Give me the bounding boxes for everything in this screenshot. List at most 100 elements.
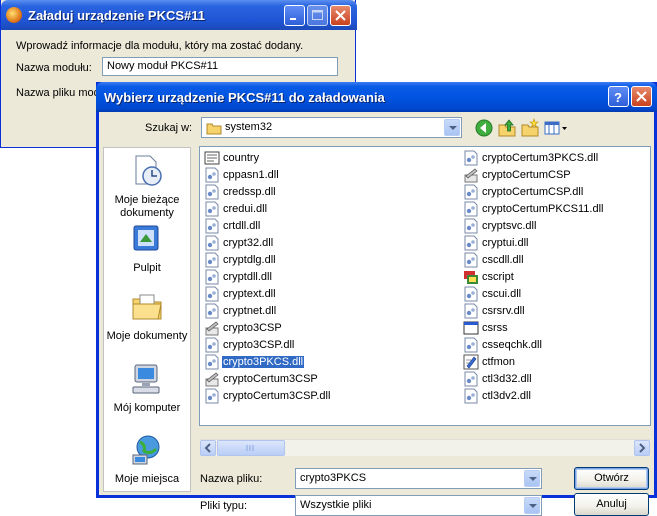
file-name: cryptoCertum3PKCS.dll xyxy=(482,152,599,164)
file-name: cscript xyxy=(482,271,514,283)
open-button[interactable]: Otwórz xyxy=(574,467,649,490)
look-in-dropdown-arrow[interactable] xyxy=(444,119,460,136)
dll-icon xyxy=(205,235,219,251)
file-name-value: crypto3PKCS xyxy=(300,472,367,484)
place-label: Moje dokumenty xyxy=(106,330,188,342)
my-computer-icon xyxy=(132,364,160,394)
place-network[interactable]: Moje miejsca xyxy=(104,433,190,486)
close-button[interactable] xyxy=(330,5,351,26)
new-folder-icon[interactable] xyxy=(520,118,540,138)
file-name: crypto3CSP.dll xyxy=(223,339,295,351)
file-name: cryptoCertum3CSP.dll xyxy=(223,390,331,402)
dll-icon xyxy=(205,269,219,285)
file-name: cryptoCertum3CSP xyxy=(223,373,318,385)
file-list[interactable]: country cppasn1.dll credssp.dll credui.dll c… xyxy=(199,146,651,426)
up-folder-icon[interactable] xyxy=(497,118,517,138)
file-name-combo[interactable]: crypto3PKCS xyxy=(295,468,542,489)
file-name: credssp.dll xyxy=(223,186,276,198)
info-text: Wprowadź informacje dla modułu, który ma… xyxy=(16,40,304,52)
module-name-label: Nazwa modułu: xyxy=(16,62,92,74)
module-file-label: Nazwa pliku modułu: xyxy=(16,87,98,99)
file-name: ctfmon xyxy=(482,356,516,368)
file-name: country xyxy=(223,152,260,164)
dll-icon xyxy=(205,337,219,353)
view-menu-icon[interactable] xyxy=(543,118,569,138)
dll-icon xyxy=(205,252,219,268)
file-name: cryptdll.dll xyxy=(223,271,272,283)
place-recent-documents[interactable]: Moje bieżące dokumenty xyxy=(104,154,190,220)
place-desktop[interactable]: Pulpit xyxy=(104,222,190,275)
minimize-button[interactable] xyxy=(284,5,305,26)
file-name: cryptext.dll xyxy=(223,288,276,300)
folder-icon xyxy=(206,123,222,135)
file-name: ctl3dv2.dll xyxy=(482,390,531,402)
place-my-computer[interactable]: Mój komputer xyxy=(104,362,190,415)
dll-icon xyxy=(205,286,219,302)
dll-icon xyxy=(464,201,478,217)
dll-icon xyxy=(205,303,219,319)
look-in-label: Szukaj w: xyxy=(145,122,193,134)
file-type-dropdown-arrow[interactable] xyxy=(524,497,540,514)
script-icon xyxy=(464,271,478,284)
dll-icon xyxy=(205,167,219,183)
dialog-client: Szukaj w: system32 Moje bieżące dokument… xyxy=(99,112,654,516)
horizontal-scrollbar[interactable] xyxy=(200,439,650,456)
maximize-button xyxy=(307,5,328,26)
scroll-right-button[interactable] xyxy=(634,440,650,456)
help-button[interactable]: ? xyxy=(608,86,629,107)
dll-icon xyxy=(464,337,478,353)
tool-icon xyxy=(205,372,219,387)
tool-icon xyxy=(464,168,478,183)
back-window-title: Załaduj urządzenie PKCS#11 xyxy=(28,8,206,23)
dialog-title-bar[interactable]: Wybierz urządzenie PKCS#11 do załadowani… xyxy=(96,82,657,112)
file-name-dropdown-arrow[interactable] xyxy=(524,470,540,487)
file-name: csrsrv.dll xyxy=(482,305,525,317)
module-name-input[interactable]: Nowy moduł PKCS#11 xyxy=(102,57,338,76)
file-type-combo[interactable]: Wszystkie pliki xyxy=(295,495,542,516)
back-title-bar[interactable]: Załaduj urządzenie PKCS#11 xyxy=(1,0,357,30)
file-name: cppasn1.dll xyxy=(223,169,279,181)
look-in-value: system32 xyxy=(225,121,273,133)
place-my-documents[interactable]: Moje dokumenty xyxy=(104,290,190,343)
scroll-left-button[interactable] xyxy=(200,440,216,456)
places-bar: Moje bieżące dokumenty Pulpit Moje dokum… xyxy=(103,147,191,492)
place-label: Mój komputer xyxy=(113,402,181,414)
dialog-title: Wybierz urządzenie PKCS#11 do załadowani… xyxy=(104,90,385,105)
file-name: cryptoCertumCSP.dll xyxy=(482,186,584,198)
place-label: Moje bieżące dokumenty xyxy=(114,194,180,219)
file-name: cryptoCertumPKCS11.dll xyxy=(482,203,604,215)
place-label: Pulpit xyxy=(133,262,161,274)
dll-icon xyxy=(205,354,219,370)
file-name: crypt32.dll xyxy=(223,237,274,249)
file-name: cryptdlg.dll xyxy=(223,254,276,266)
recent-documents-icon xyxy=(135,155,162,186)
file-type-label: Pliki typu: xyxy=(200,500,248,512)
file-name: credui.dll xyxy=(223,203,268,215)
file-name: crypto3CSP xyxy=(223,322,282,334)
dll-icon xyxy=(464,184,478,200)
cancel-button[interactable]: Anuluj xyxy=(574,493,649,516)
dll-icon xyxy=(205,218,219,234)
file-name: crypto3PKCS.dll xyxy=(220,355,306,369)
dll-icon xyxy=(464,371,478,387)
file-name: cscui.dll xyxy=(482,288,522,300)
dll-icon xyxy=(205,184,219,200)
my-documents-icon xyxy=(132,294,162,320)
dll-icon xyxy=(464,150,478,166)
file-name: cryptoCertumCSP xyxy=(482,169,571,181)
place-label: Moje miejsca xyxy=(114,473,180,485)
file-name: cryptsvc.dll xyxy=(482,220,537,232)
dialog-close-button[interactable] xyxy=(631,86,652,107)
dll-icon xyxy=(464,286,478,302)
dll-icon xyxy=(464,252,478,268)
file-name-label: Nazwa pliku: xyxy=(200,473,263,485)
file-name: ctl3d32.dll xyxy=(482,373,532,385)
scroll-thumb[interactable] xyxy=(217,440,285,456)
dll-icon xyxy=(205,388,219,404)
dll-icon xyxy=(464,388,478,404)
back-arrow-icon[interactable] xyxy=(474,118,494,138)
firefox-icon xyxy=(6,7,22,23)
tool-icon xyxy=(205,321,219,336)
look-in-combo[interactable]: system32 xyxy=(201,117,462,138)
file-name: cscdll.dll xyxy=(482,254,524,266)
